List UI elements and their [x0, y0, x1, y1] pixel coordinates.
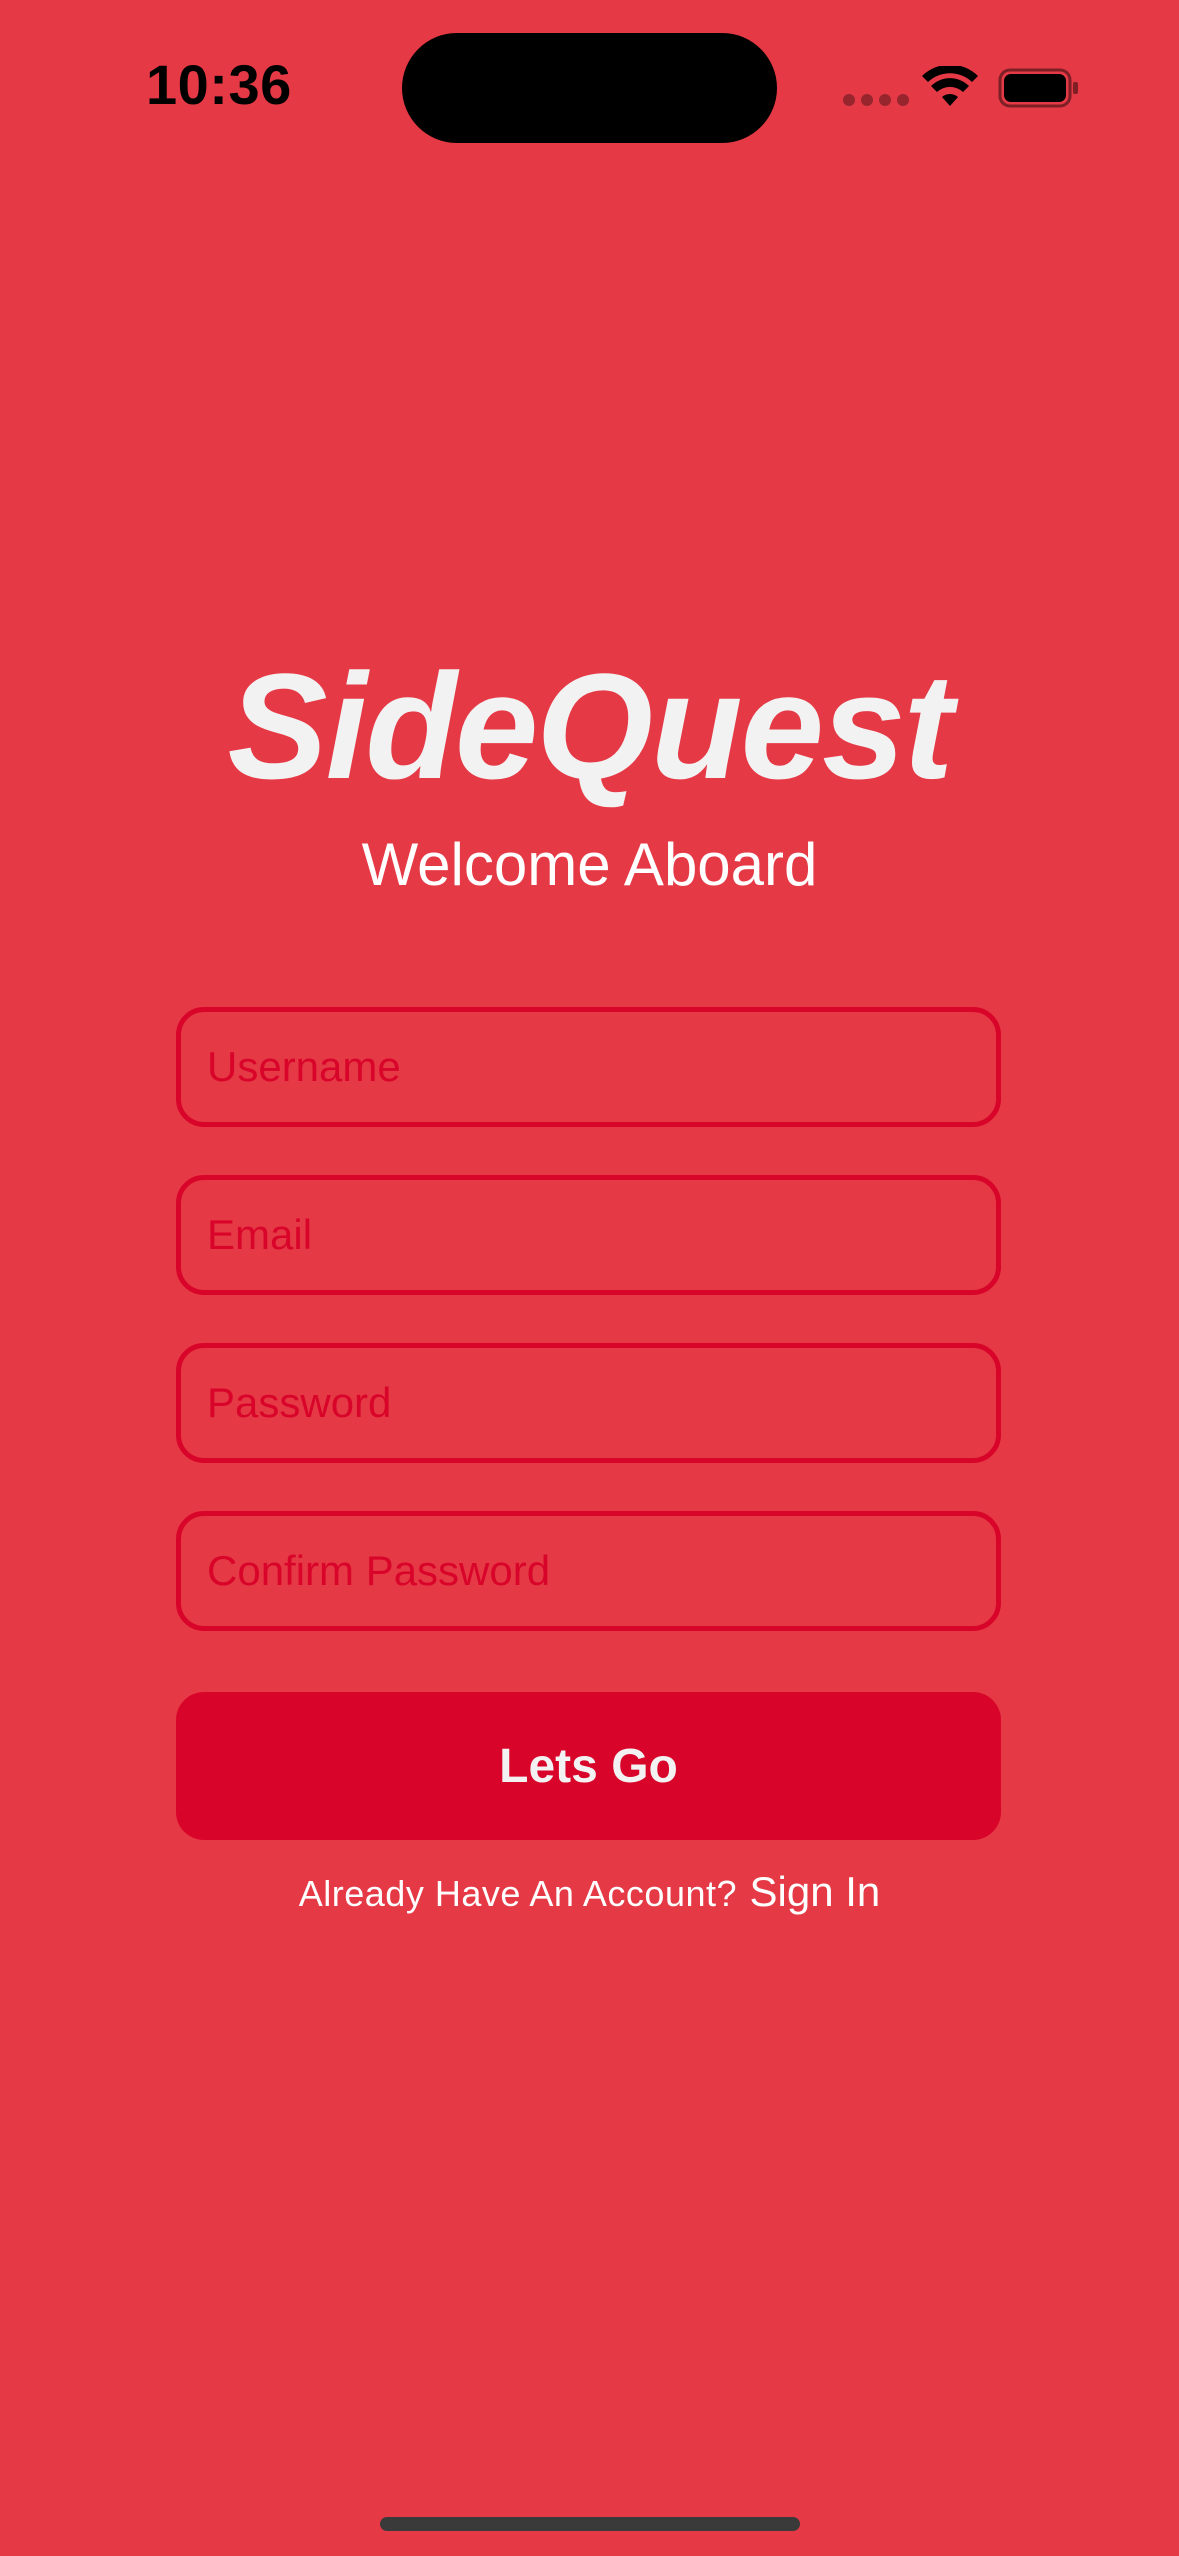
status-time: 10:36	[146, 53, 292, 116]
home-indicator[interactable]	[380, 2517, 800, 2531]
signin-prompt-row: Already Have An Account? Sign In	[0, 1868, 1179, 1916]
account-prompt-text: Already Have An Account?	[298, 1873, 738, 1914]
password-input[interactable]	[176, 1343, 1001, 1463]
sign-in-link[interactable]: Sign In	[749, 1868, 880, 1915]
welcome-subtitle: Welcome Aboard	[361, 831, 818, 898]
dynamic-island	[402, 33, 777, 143]
app-title: SideQuest	[227, 642, 954, 810]
lets-go-button[interactable]: Lets Go	[176, 1692, 1001, 1840]
email-input[interactable]	[176, 1175, 1001, 1295]
signup-screen: 10:36 SideQuest Welcome Aboard Lets Go A…	[0, 0, 1179, 2556]
username-input[interactable]	[176, 1007, 1001, 1127]
cellular-signal-icon	[843, 94, 909, 106]
wifi-icon	[922, 66, 978, 106]
confirm-password-input[interactable]	[176, 1511, 1001, 1631]
battery-icon	[998, 68, 1078, 108]
